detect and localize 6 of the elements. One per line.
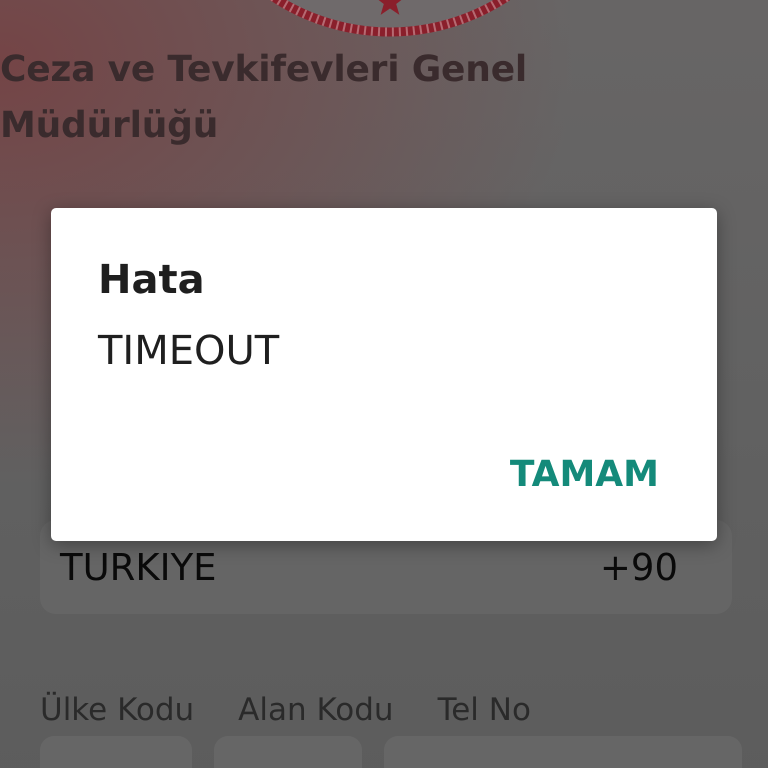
dialog-title: Hata — [98, 256, 206, 305]
dialog-message: TIMEOUT — [98, 327, 280, 376]
dial-code: +90 — [600, 546, 678, 588]
country-name: TURKIYE — [60, 546, 217, 588]
rope-seal-icon — [270, 0, 510, 38]
ok-button[interactable]: TAMAM — [510, 449, 659, 501]
